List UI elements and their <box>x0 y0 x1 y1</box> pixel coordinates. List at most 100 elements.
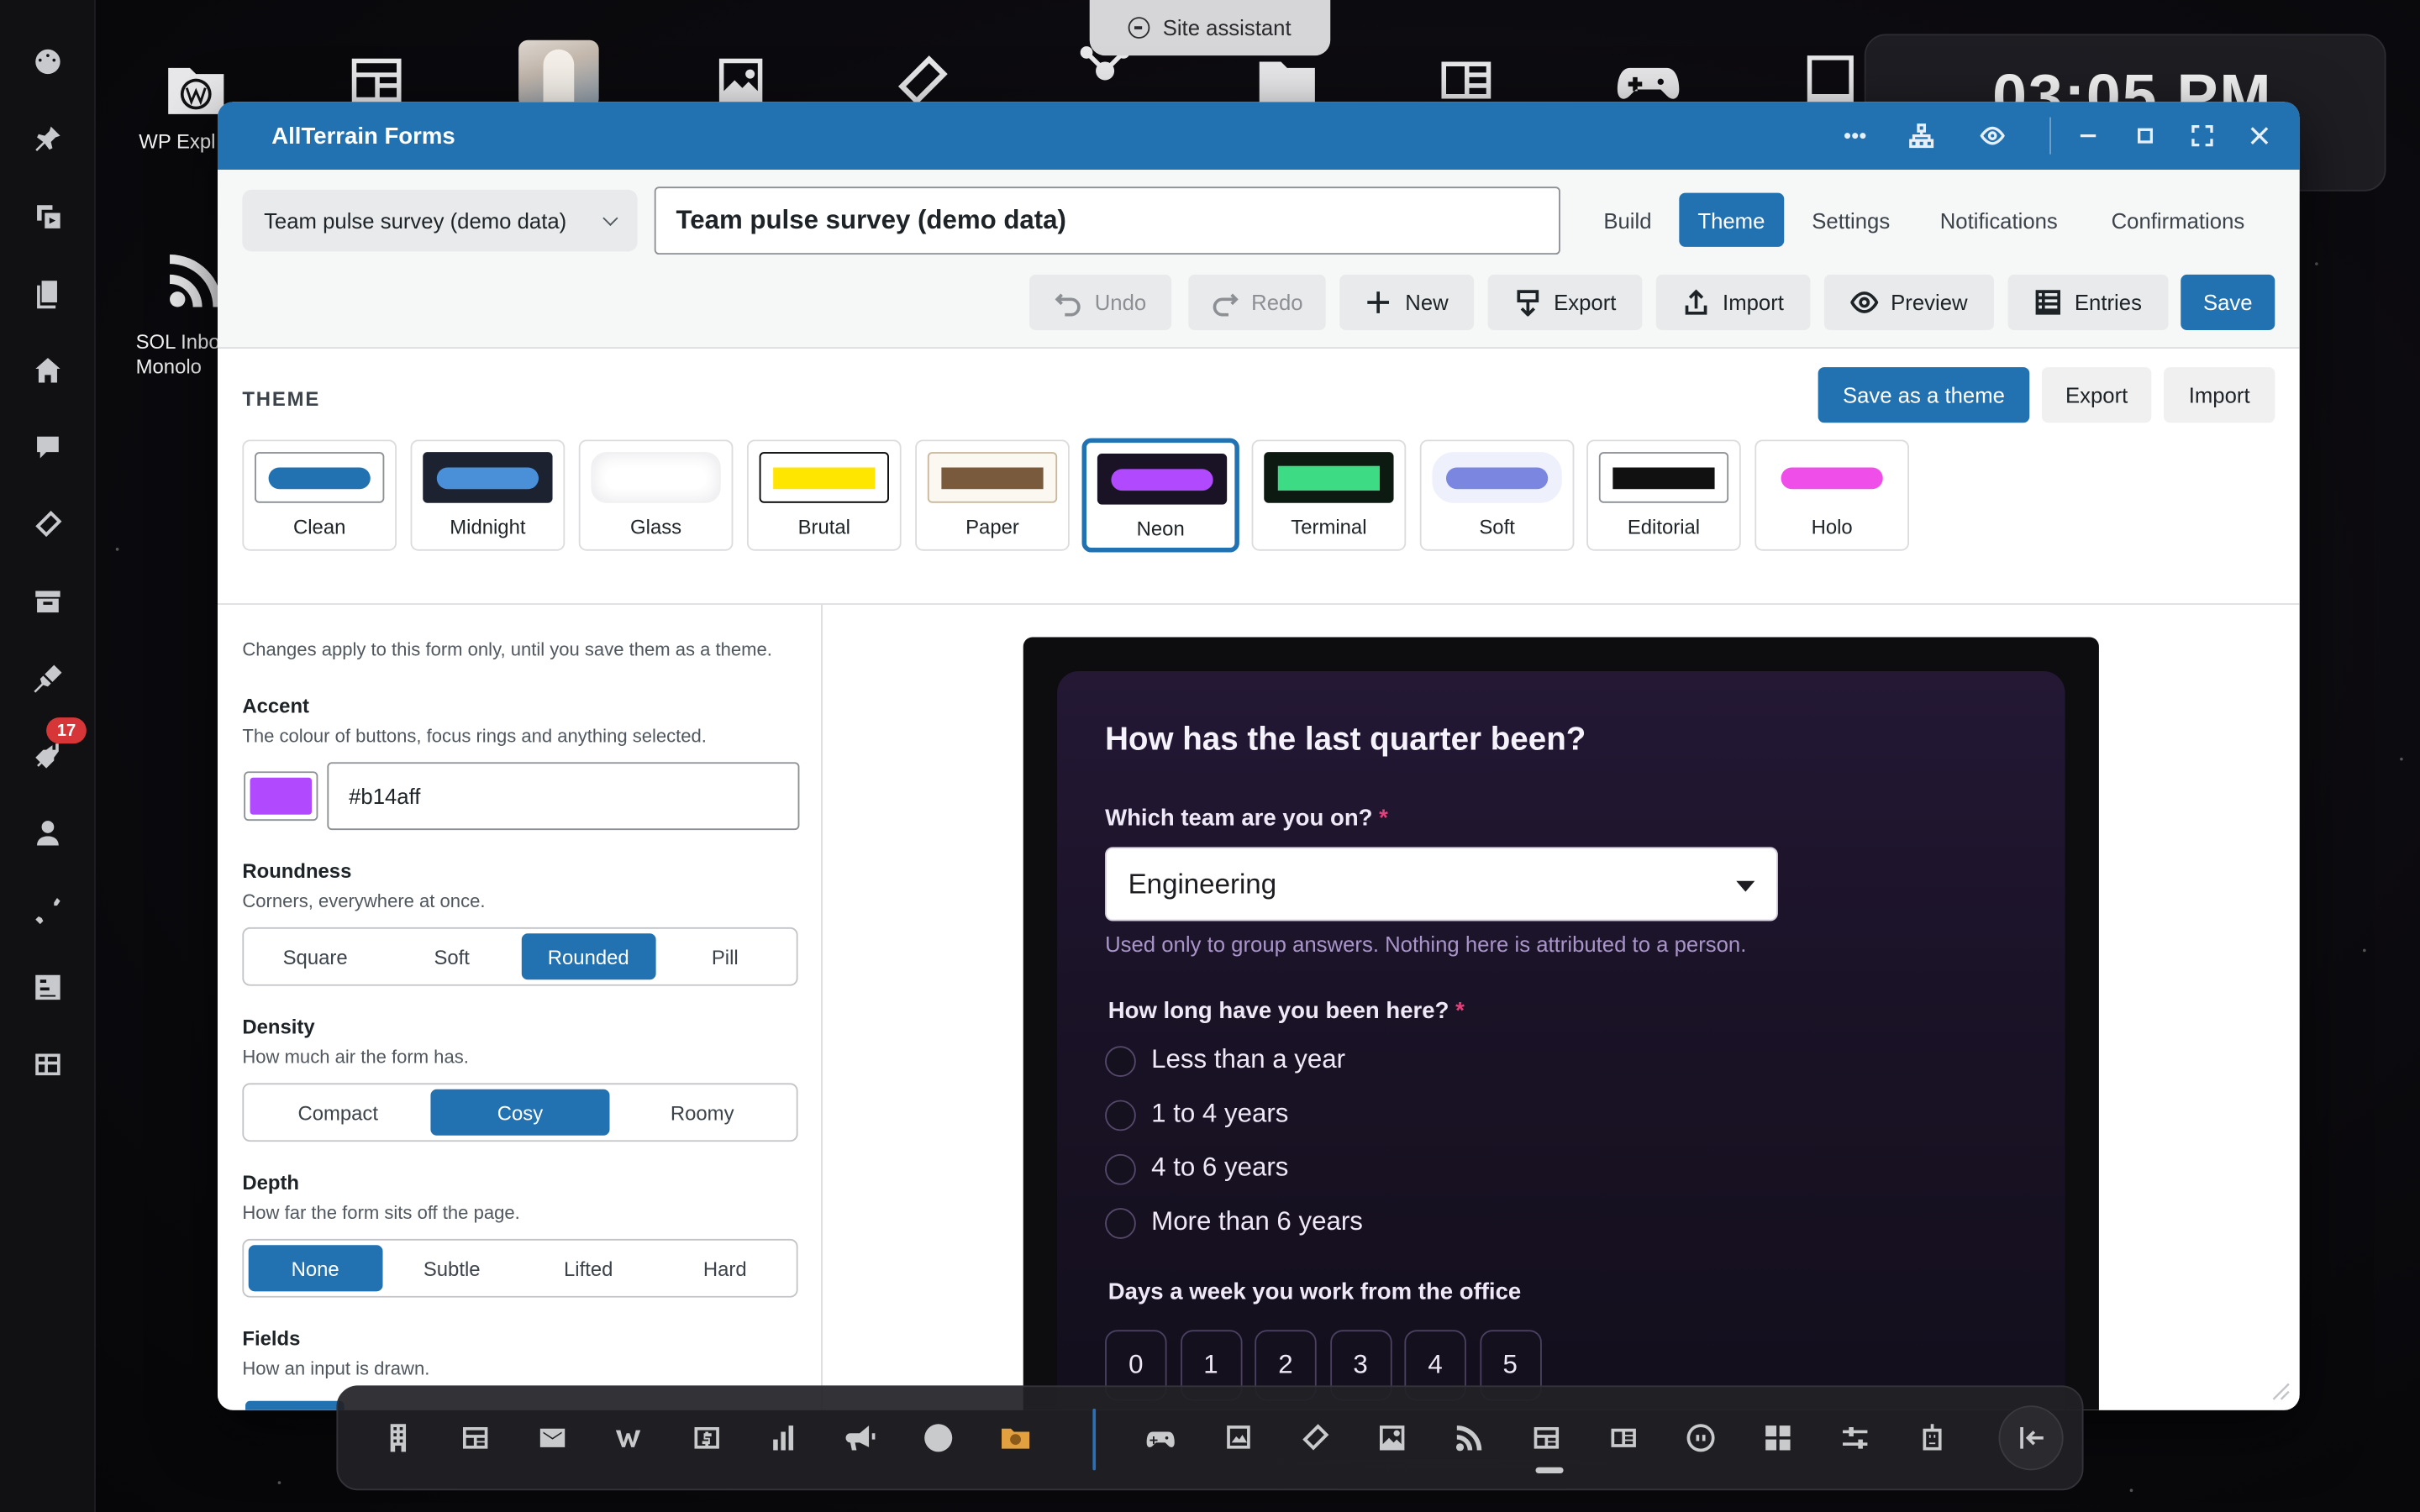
depth-option-none[interactable]: None <box>248 1245 382 1292</box>
roundness-option-soft[interactable]: Soft <box>385 933 518 979</box>
megaphone-icon[interactable] <box>841 1418 881 1458</box>
tenure-radio[interactable] <box>1105 1046 1136 1078</box>
undo-button[interactable]: Undo <box>1029 274 1172 331</box>
roundness-option-pill[interactable]: Pill <box>658 933 792 979</box>
close-icon[interactable] <box>2243 118 2276 152</box>
chart-icon[interactable] <box>764 1418 804 1458</box>
theme-swatch-preview <box>1264 452 1394 503</box>
form-selector[interactable]: Team pulse survey (demo data) <box>242 189 638 252</box>
sliders-icon[interactable] <box>1835 1418 1876 1458</box>
layout-icon[interactable] <box>1526 1418 1566 1458</box>
chevron-down-icon <box>602 210 618 226</box>
theme-swatch-soft[interactable]: Soft <box>1419 439 1575 551</box>
theme-swatch-midnight[interactable]: Midnight <box>410 439 566 551</box>
preview-button[interactable]: Preview <box>1823 274 1995 331</box>
photo-thumbnail[interactable] <box>518 39 599 108</box>
ticket-icon[interactable] <box>1295 1418 1335 1458</box>
density-option-roomy[interactable]: Roomy <box>613 1089 792 1136</box>
accent-hex-input[interactable] <box>327 762 800 831</box>
density-option-compact[interactable]: Compact <box>249 1089 428 1136</box>
more-icon[interactable] <box>1839 118 1872 152</box>
robot-icon[interactable] <box>1912 1418 1953 1458</box>
table-icon[interactable] <box>29 1046 66 1083</box>
theme-swatch-glass[interactable]: Glass <box>578 439 734 551</box>
accent-color-picker[interactable] <box>244 771 318 822</box>
layout-icon[interactable] <box>455 1418 496 1458</box>
tenure-radio[interactable] <box>1105 1208 1136 1239</box>
theme-swatch-label: Brutal <box>797 515 850 539</box>
export-button[interactable]: Export <box>1487 274 1643 331</box>
tenure-radio[interactable] <box>1105 1100 1136 1131</box>
settings-icon[interactable] <box>29 969 66 1005</box>
redo-button[interactable]: Redo <box>1188 274 1326 331</box>
resize-handle-icon[interactable] <box>2269 1379 2291 1401</box>
preview-frame: How has the last quarter been? Which tea… <box>1023 637 2099 1410</box>
exit-button[interactable] <box>1998 1405 2064 1471</box>
tab-build[interactable]: Build <box>1585 193 1670 247</box>
fields-option-selected[interactable] <box>245 1400 345 1410</box>
maximize-icon[interactable] <box>2128 118 2162 152</box>
window-titlebar[interactable]: AllTerrain Forms <box>217 102 2300 171</box>
theme-swatch-holo[interactable]: Holo <box>1754 439 1909 551</box>
theme-swatch-accent <box>268 466 371 489</box>
archive-icon[interactable] <box>29 583 66 620</box>
roundness-option-square[interactable]: Square <box>249 933 382 979</box>
gamepad-icon[interactable] <box>1140 1418 1181 1458</box>
theme-swatch-terminal[interactable]: Terminal <box>1251 439 1407 551</box>
sitemap-icon[interactable] <box>1904 118 1938 152</box>
tenure-radio[interactable] <box>1105 1153 1136 1185</box>
grid-icon[interactable] <box>1758 1418 1798 1458</box>
media-icon[interactable] <box>29 197 66 234</box>
minimize-icon[interactable] <box>2071 118 2105 152</box>
theme-swatch-editorial[interactable]: Editorial <box>1586 439 1741 551</box>
save-as-theme-button[interactable]: Save as a theme <box>1818 367 2030 423</box>
save-button[interactable]: Save <box>2181 274 2275 331</box>
pages-icon[interactable] <box>29 275 66 312</box>
comments-icon[interactable] <box>29 429 66 466</box>
compass-icon[interactable] <box>918 1418 959 1458</box>
roundness-help: Corners, everywhere at once. <box>242 890 486 912</box>
team-select[interactable]: Engineering <box>1105 847 1778 921</box>
theme-swatch-preview <box>423 452 553 503</box>
mail-icon[interactable] <box>533 1418 573 1458</box>
rss-icon[interactable] <box>1449 1418 1490 1458</box>
depth-option-subtle[interactable]: Subtle <box>385 1245 518 1291</box>
depth-option-hard[interactable]: Hard <box>658 1245 792 1291</box>
pin-icon[interactable] <box>29 120 66 157</box>
density-option-cosy[interactable]: Cosy <box>430 1089 610 1136</box>
theme-swatch-brutal[interactable]: Brutal <box>746 439 902 551</box>
tab-settings[interactable]: Settings <box>1793 193 1908 247</box>
fullscreen-icon[interactable] <box>2186 118 2219 152</box>
forms-icon[interactable] <box>29 506 66 543</box>
tab-notifications[interactable]: Notifications <box>1922 193 2076 247</box>
home-icon[interactable] <box>29 352 66 389</box>
wordpress-folder-icon[interactable] <box>996 1418 1036 1458</box>
plus-icon <box>1368 291 1390 313</box>
users-icon[interactable] <box>29 815 66 852</box>
circle-icon[interactable] <box>1681 1418 1721 1458</box>
theme-swatch-neon[interactable]: Neon <box>1083 439 1239 551</box>
tab-theme[interactable]: Theme <box>1679 192 1784 247</box>
import-button[interactable]: Import <box>1655 274 1811 331</box>
appearance-icon[interactable] <box>29 660 66 697</box>
site-assistant-button[interactable]: Site assistant <box>1089 0 1331 56</box>
form-title-input[interactable] <box>654 186 1560 255</box>
image-icon[interactable] <box>1372 1418 1413 1458</box>
theme-swatch-paper[interactable]: Paper <box>915 439 1070 551</box>
entries-button[interactable]: Entries <box>2007 274 2169 331</box>
theme-swatch-clean[interactable]: Clean <box>242 439 397 551</box>
theme-export-button[interactable]: Export <box>2041 367 2152 423</box>
theme-import-button[interactable]: Import <box>2164 367 2275 423</box>
depth-option-lifted[interactable]: Lifted <box>522 1245 655 1291</box>
eye-icon[interactable] <box>1975 118 2009 152</box>
tab-confirmations[interactable]: Confirmations <box>2093 193 2264 247</box>
roundness-option-rounded[interactable]: Rounded <box>521 933 655 980</box>
money-icon[interactable] <box>687 1418 727 1458</box>
gallery-icon[interactable] <box>1218 1418 1258 1458</box>
woo-icon[interactable] <box>609 1418 650 1458</box>
new-button[interactable]: New <box>1339 274 1475 331</box>
news-icon[interactable] <box>1603 1418 1644 1458</box>
tools-icon[interactable] <box>29 892 66 929</box>
building-icon[interactable] <box>378 1418 418 1458</box>
dashboard-icon[interactable] <box>29 43 66 80</box>
